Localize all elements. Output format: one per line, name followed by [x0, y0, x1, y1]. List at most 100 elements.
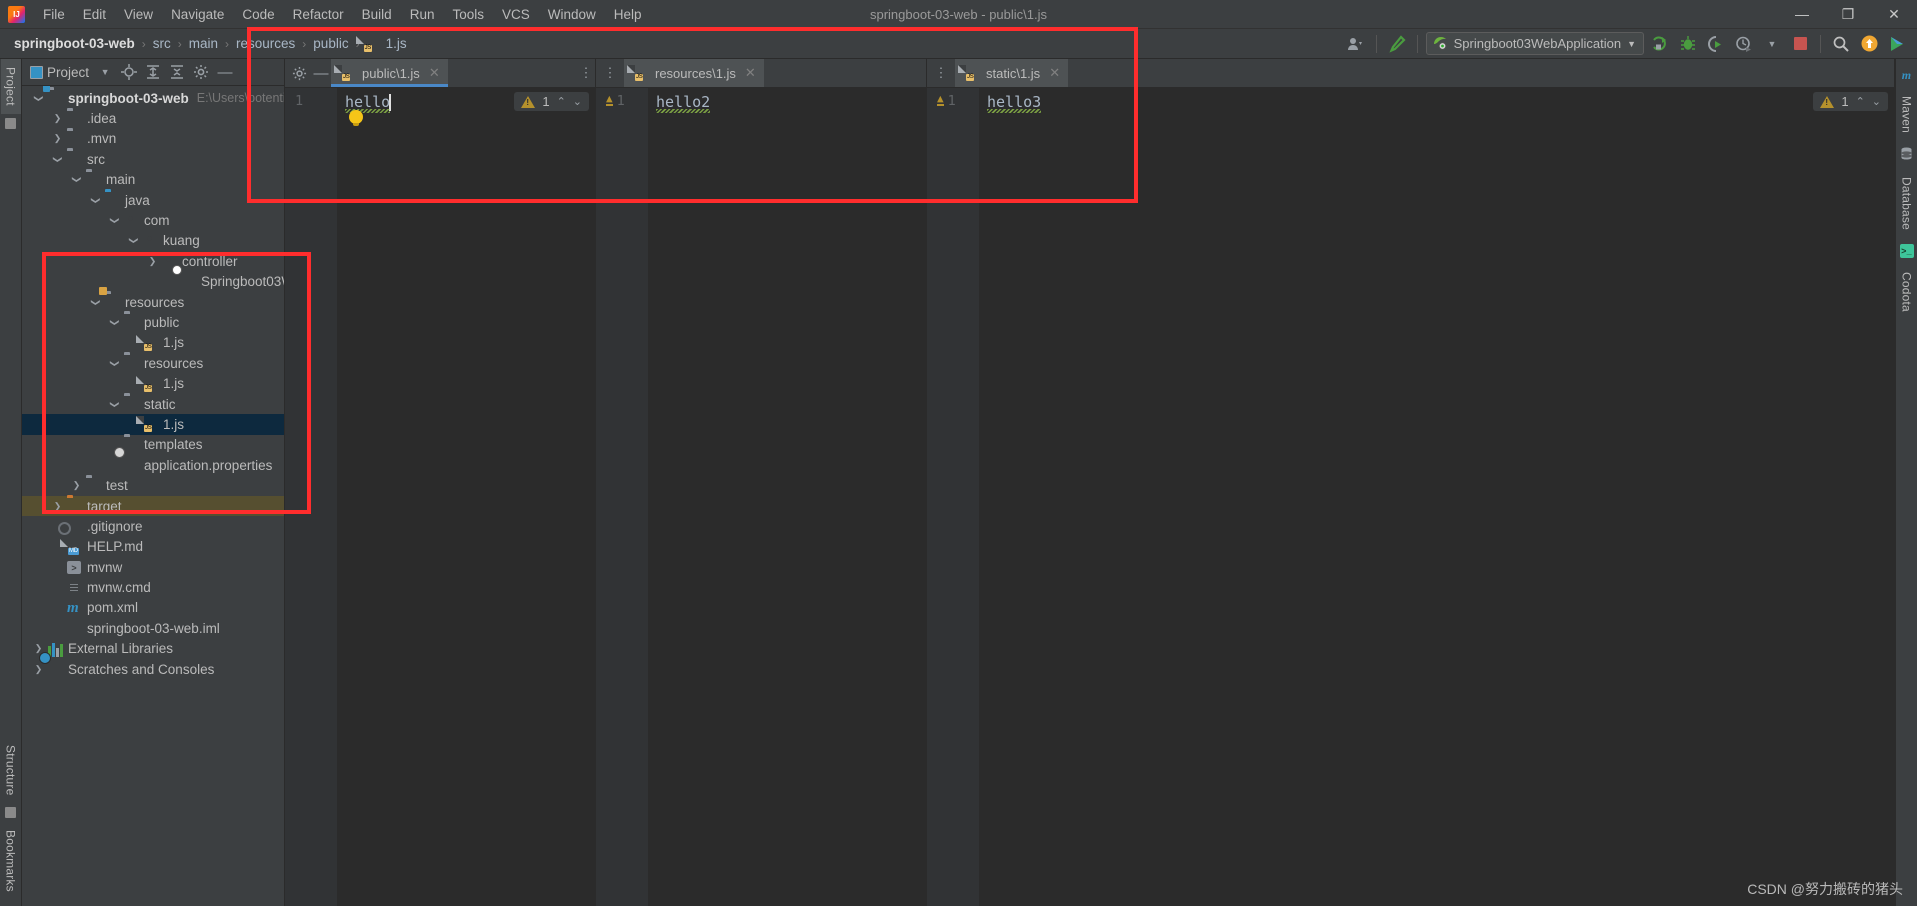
chevron-down-icon[interactable]: ❯ [109, 214, 120, 227]
chevron-down-icon[interactable]: ❯ [90, 194, 101, 207]
tree-item-application-properties[interactable]: application.properties [22, 455, 284, 475]
close-icon[interactable]: ✕ [1049, 65, 1060, 81]
tree-item-scratches-and-consoles[interactable]: ❯ Scratches and Consoles [22, 659, 284, 679]
close-button[interactable]: ✕ [1871, 0, 1917, 29]
menu-item-navigate[interactable]: Navigate [162, 3, 233, 26]
hide-pane-button[interactable]: — [215, 62, 235, 82]
minimize-button[interactable]: — [1779, 0, 1825, 29]
menu-item-refactor[interactable]: Refactor [284, 3, 353, 26]
breadcrumb-item-1-js[interactable]: JS 1.js [363, 34, 411, 53]
chevron-right-icon[interactable]: ❯ [70, 480, 83, 491]
rail-tab-structure[interactable]: Structure [1, 737, 21, 804]
tree-item-external-libraries[interactable]: ❯ External Libraries [22, 639, 284, 659]
tree-item-1-js[interactable]: JS 1.js [22, 333, 284, 353]
stop-icon[interactable] [1788, 32, 1812, 56]
editor-tab-public-1-js[interactable]: JS public\1.js ✕ [331, 59, 448, 87]
menu-item-view[interactable]: View [115, 3, 162, 26]
chevron-down-icon[interactable]: ▼ [95, 62, 115, 82]
tree-item-kuang[interactable]: ❯ kuang [22, 231, 284, 251]
editor-tab-static-1-js[interactable]: JS static\1.js ✕ [955, 59, 1069, 87]
inspection-widget-3[interactable]: 1 ⌃ ⌄ [1813, 92, 1888, 111]
code-content-3[interactable]: hello3 [979, 88, 1894, 906]
debug-icon[interactable] [1676, 32, 1700, 56]
tree-item-springboot03web[interactable]: Springboot03Web [22, 272, 284, 292]
editor-tab-resources-1-js[interactable]: JS resources\1.js ✕ [624, 59, 764, 87]
search-icon[interactable] [1829, 32, 1853, 56]
locate-icon[interactable] [119, 62, 139, 82]
menu-item-run[interactable]: Run [401, 3, 444, 26]
run-with-coverage-icon[interactable] [1704, 32, 1728, 56]
next-problem-icon[interactable]: ⌄ [1872, 95, 1881, 108]
rail-tab-codota[interactable]: Codota [1897, 264, 1917, 320]
tree-item-pom-xml[interactable]: m pom.xml [22, 598, 284, 618]
breadcrumb-item-resources[interactable]: resources [232, 34, 299, 53]
tree-item-com[interactable]: ❯ com [22, 210, 284, 230]
tree-item-resources[interactable]: ❯ resources [22, 287, 284, 312]
tree-item-help-md[interactable]: MD HELP.md [22, 537, 284, 557]
breadcrumb-item-src[interactable]: src [149, 34, 175, 53]
previous-problem-icon[interactable]: ⌃ [1856, 95, 1865, 108]
codota-icon[interactable] [1885, 32, 1909, 56]
tree-item-templates[interactable]: templates [22, 435, 284, 455]
run-configuration-selector[interactable]: Springboot03WebApplication ▼ [1425, 32, 1644, 55]
code-content-2[interactable]: hello2 [648, 88, 926, 906]
rail-tab-bookmarks[interactable]: Bookmarks [1, 822, 21, 906]
code-editor-1[interactable]: 1 hello 1 ⌃ ⌄ [285, 88, 595, 906]
rail-tab-project[interactable]: Project [0, 59, 21, 114]
chevron-right-icon[interactable]: ❯ [51, 113, 64, 124]
tree-item-1-js[interactable]: JS 1.js [22, 414, 284, 435]
tree-item--mvn[interactable]: ❯ .mvn [22, 129, 284, 149]
dropdown-icon[interactable]: ▼ [1760, 32, 1784, 56]
chevron-down-icon[interactable]: ❯ [109, 316, 120, 329]
chevron-right-icon[interactable]: ❯ [51, 501, 64, 512]
chevron-right-icon[interactable]: ❯ [51, 133, 64, 144]
settings-gear-icon[interactable] [191, 62, 211, 82]
breadcrumb-item-springboot-03-web[interactable]: springboot-03-web [10, 34, 139, 53]
rail-tab-maven[interactable]: Maven [1897, 88, 1917, 141]
tree-item-resources[interactable]: ❯ resources [22, 353, 284, 373]
menu-item-tools[interactable]: Tools [443, 3, 493, 26]
menu-item-window[interactable]: Window [539, 3, 605, 26]
rail-structure-icon[interactable] [5, 117, 16, 129]
breadcrumb-item-main[interactable]: main [185, 34, 222, 53]
editor-gutter-2[interactable]: ▲ 1 [596, 88, 648, 906]
previous-problem-icon[interactable]: ⌃ [557, 95, 566, 108]
settings-gear-icon[interactable] [289, 63, 309, 83]
menu-item-vcs[interactable]: VCS [493, 3, 539, 26]
hide-editor-button[interactable]: — [311, 63, 331, 83]
close-icon[interactable]: ✕ [745, 65, 756, 81]
editor-gutter-3[interactable]: ▲ 1 [927, 88, 979, 906]
tree-item-test[interactable]: ❯ test [22, 475, 284, 495]
chevron-down-icon[interactable]: ❯ [90, 296, 101, 309]
intention-bulb-icon[interactable] [349, 110, 363, 126]
editor-tab-options-icon[interactable]: ⋮ [596, 59, 624, 87]
profiler-icon[interactable] [1732, 32, 1756, 56]
maximize-button[interactable]: ❐ [1825, 0, 1871, 29]
code-editor-3[interactable]: ▲1hello31⌃⌄ [927, 88, 1894, 906]
tree-item-java[interactable]: ❯ java [22, 190, 284, 210]
inspection-widget-1[interactable]: 1 ⌃ ⌄ [514, 92, 589, 111]
gutter-warning-icon[interactable]: ▲ [937, 93, 944, 106]
close-icon[interactable]: ✕ [429, 65, 440, 81]
rail-tab-database[interactable]: Database [1897, 169, 1917, 238]
chevron-down-icon[interactable]: ❯ [109, 357, 120, 370]
tree-item-mvnw[interactable]: > mvnw [22, 557, 284, 577]
editor-tab-options-icon[interactable]: ⋮ [927, 59, 955, 87]
chevron-down-icon[interactable]: ❯ [109, 398, 120, 411]
menu-item-help[interactable]: Help [605, 3, 651, 26]
build-hammer-icon[interactable] [1385, 32, 1409, 56]
code-editor-2[interactable]: ▲ 1 hello2 [596, 88, 926, 906]
tree-item-1-js[interactable]: JS 1.js [22, 373, 284, 393]
next-problem-icon[interactable]: ⌄ [573, 95, 582, 108]
tree-item-controller[interactable]: ❯ controller [22, 251, 284, 271]
account-icon[interactable] [1344, 32, 1368, 56]
run-icon[interactable] [1648, 32, 1672, 56]
chevron-down-icon[interactable]: ❯ [128, 234, 139, 247]
chevron-right-icon[interactable]: ❯ [32, 664, 45, 675]
tree-item--gitignore[interactable]: .gitignore [22, 516, 284, 536]
chevron-right-icon[interactable]: ❯ [146, 256, 159, 267]
tree-item-main[interactable]: ❯ main [22, 170, 284, 190]
tree-item-src[interactable]: ❯ src [22, 149, 284, 169]
project-tree[interactable]: ❯ springboot-03-web E:\Users\potenti ❯ .idea… [22, 86, 284, 906]
tree-item-springboot-03-web-iml[interactable]: springboot-03-web.iml [22, 618, 284, 638]
